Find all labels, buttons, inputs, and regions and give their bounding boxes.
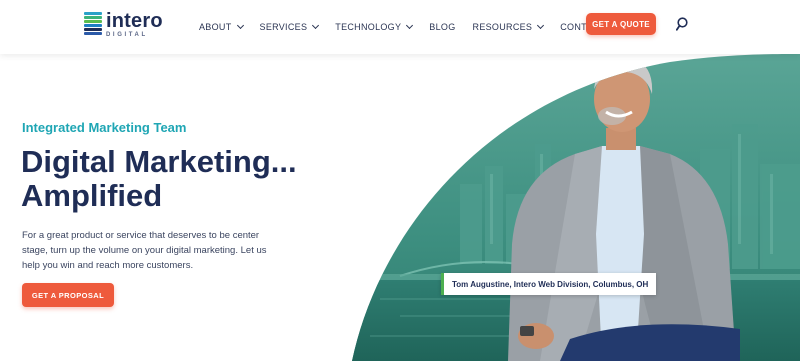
chevron-down-icon [236, 21, 244, 30]
hero-headline-line-2: Amplified [21, 178, 163, 213]
get-a-proposal-button[interactable]: GET A PROPOSAL [22, 283, 114, 307]
hero-headline: Digital Marketing... Amplified [21, 145, 381, 213]
chevron-down-icon [537, 21, 545, 30]
get-a-quote-button[interactable]: GET A QUOTE [586, 13, 656, 35]
nav-item-technology[interactable]: TECHNOLOGY [335, 21, 414, 32]
nav-item-blog[interactable]: BLOG [429, 22, 455, 32]
brand-logo[interactable]: intero DIGITAL [84, 10, 163, 38]
chevron-down-icon [406, 21, 414, 30]
site-header: intero DIGITAL ABOUT SERVICES TECHNOLOGY… [0, 0, 800, 54]
main-nav: ABOUT SERVICES TECHNOLOGY BLOG RESOURCES… [199, 0, 638, 54]
hero-photo [352, 54, 800, 361]
hero-body-text: For a great product or service that dese… [22, 230, 267, 271]
logo-mark-icon [84, 12, 102, 35]
photo-caption: Tom Augustine, Intero Web Division, Colu… [441, 273, 657, 295]
nav-item-label: SERVICES [259, 22, 308, 32]
nav-item-about[interactable]: ABOUT [199, 21, 244, 32]
chevron-down-icon [312, 21, 320, 30]
nav-item-label: BLOG [429, 22, 456, 32]
nav-item-label: RESOURCES [472, 22, 533, 32]
logo-text: intero DIGITAL [106, 10, 163, 38]
search-icon[interactable] [676, 17, 690, 31]
nav-item-services[interactable]: SERVICES [259, 21, 320, 32]
nav-item-label: TECHNOLOGY [335, 22, 402, 32]
logo-subname: DIGITAL [106, 32, 148, 38]
hero-headline-line-1: Digital Marketing... [21, 144, 297, 179]
nav-item-resources[interactable]: RESOURCES [472, 21, 545, 32]
logo-name: intero [106, 10, 163, 32]
hero-eyebrow: Integrated Marketing Team [22, 120, 187, 135]
nav-item-label: ABOUT [199, 22, 232, 32]
